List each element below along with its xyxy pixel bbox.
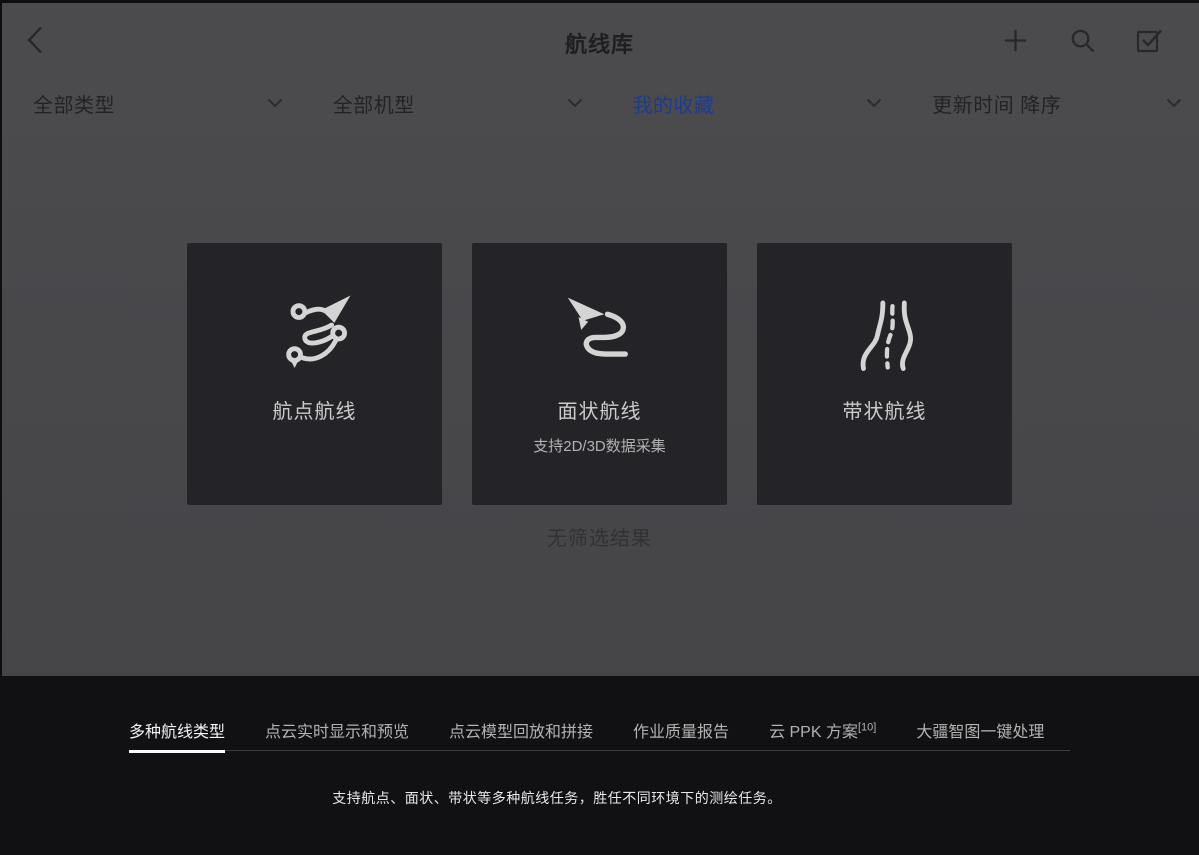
- filter-dropdown-drone-model[interactable]: 全部机型: [300, 70, 600, 136]
- tab-route-types[interactable]: 多种航线类型: [129, 718, 225, 753]
- route-library-screen: 航线库: [0, 0, 1199, 855]
- tab-label: 多种航线类型: [129, 724, 225, 741]
- checkbox-check-icon: [1135, 26, 1163, 54]
- corridor-route-icon: [842, 289, 928, 375]
- filter-label: 更新时间 降序: [932, 89, 1061, 118]
- chevron-down-icon: [866, 98, 882, 108]
- card-area-route[interactable]: 面状航线 支持2D/3D数据采集: [472, 243, 727, 505]
- filter-dropdown-type[interactable]: 全部类型: [0, 70, 300, 136]
- feature-panel: 多种航线类型 点云实时显示和预览 点云模型回放和拼接 作业质量报告 云 PPK …: [0, 676, 1199, 855]
- area-route-icon: [557, 289, 643, 375]
- card-corridor-route[interactable]: 带状航线: [757, 243, 1012, 505]
- chevron-down-icon: [1166, 98, 1182, 108]
- tab-label: 点云实时显示和预览: [265, 724, 409, 741]
- filter-label: 我的收藏: [633, 89, 715, 118]
- tab-quality-report[interactable]: 作业质量报告: [633, 718, 729, 753]
- chevron-down-icon: [267, 98, 283, 108]
- search-button[interactable]: [1068, 24, 1096, 56]
- tab-pointcloud-live-preview[interactable]: 点云实时显示和预览: [265, 718, 409, 753]
- dimmed-content-area: 航线库: [0, 0, 1199, 676]
- filter-label: 全部类型: [33, 89, 115, 118]
- card-title: 带状航线: [757, 395, 1012, 424]
- screen-left-edge: [0, 0, 2, 676]
- filter-dropdown-favorites[interactable]: 我的收藏: [600, 70, 900, 136]
- topbar-actions: [1001, 24, 1163, 56]
- route-type-picker: 航点航线 面状航线 支持2D/3D数据采集: [0, 136, 1199, 676]
- tab-dji-terra-processing[interactable]: 大疆智图一键处理: [916, 718, 1044, 753]
- chevron-down-icon: [567, 98, 583, 108]
- tab-label: 点云模型回放和拼接: [449, 724, 593, 741]
- empty-state-message: 无筛选结果: [0, 522, 1199, 551]
- multi-select-button[interactable]: [1135, 24, 1163, 56]
- tab-cloud-ppk[interactable]: 云 PPK 方案[10]: [769, 718, 876, 753]
- search-icon: [1069, 27, 1096, 54]
- filter-label: 全部机型: [333, 89, 415, 118]
- card-waypoint-route[interactable]: 航点航线: [187, 243, 442, 505]
- feature-description: 支持航点、面状、带状等多种航线任务，胜任不同环境下的测绘任务。: [0, 788, 1114, 808]
- screen-top-edge: [0, 0, 1199, 3]
- card-title: 航点航线: [187, 395, 442, 424]
- plus-icon: [1002, 27, 1029, 54]
- topbar: 航线库: [0, 3, 1199, 70]
- add-route-button[interactable]: [1001, 24, 1029, 56]
- card-title: 面状航线: [472, 395, 727, 424]
- tab-label: 云 PPK 方案: [769, 724, 858, 741]
- card-subtitle: 支持2D/3D数据采集: [472, 435, 727, 456]
- tab-pointcloud-playback-stitching[interactable]: 点云模型回放和拼接: [449, 718, 593, 753]
- waypoint-route-icon: [272, 289, 358, 375]
- filter-dropdown-sort-order[interactable]: 更新时间 降序: [899, 70, 1199, 136]
- tab-label: 作业质量报告: [633, 724, 729, 741]
- tab-label: 大疆智图一键处理: [916, 724, 1044, 741]
- tab-superscript: [10]: [858, 722, 876, 734]
- filter-bar: 全部类型 全部机型 我的收藏 更新时间 降序: [0, 70, 1199, 136]
- feature-tabs: 多种航线类型 点云实时显示和预览 点云模型回放和拼接 作业质量报告 云 PPK …: [129, 718, 1044, 753]
